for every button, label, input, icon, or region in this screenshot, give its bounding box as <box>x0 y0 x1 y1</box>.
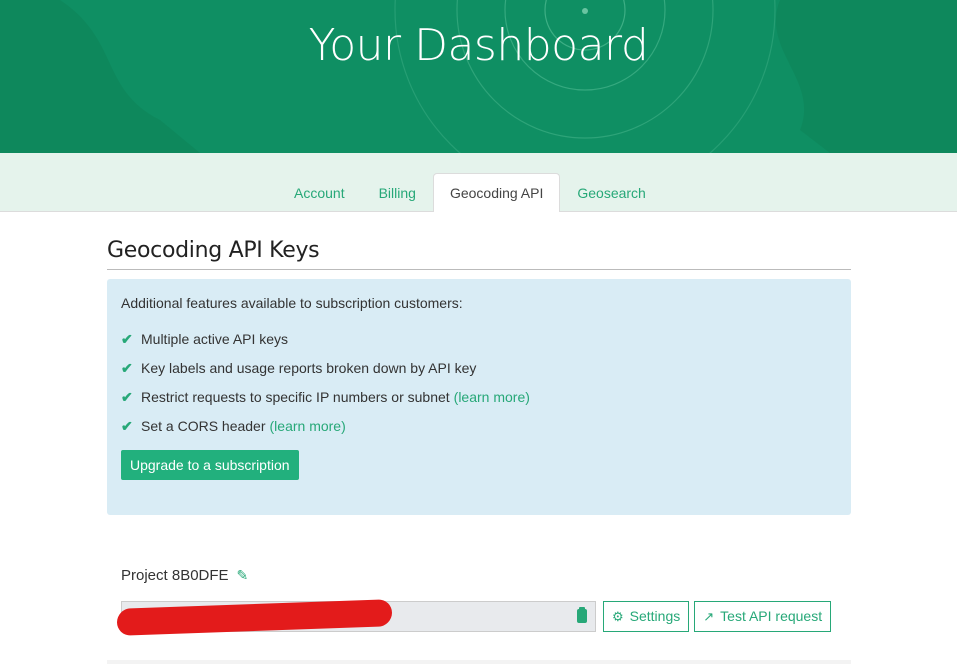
feature-text: Multiple active API keys <box>141 331 289 347</box>
gear-icon: ⚙ <box>612 609 624 624</box>
test-api-label: Test API request <box>720 608 823 624</box>
check-icon: ✔ <box>121 389 133 405</box>
tab-geosearch[interactable]: Geosearch <box>560 173 662 212</box>
api-key-field[interactable] <box>117 599 596 636</box>
test-api-request-button[interactable]: ↗ Test API request <box>694 601 832 632</box>
feature-item: ✔ Restrict requests to specific IP numbe… <box>121 389 837 418</box>
external-link-icon: ↗ <box>703 609 715 624</box>
subscription-info-box: Additional features available to subscri… <box>107 279 851 515</box>
feature-text: Restrict requests to specific IP numbers… <box>141 389 450 405</box>
redaction-mark <box>117 599 392 636</box>
tab-bar: Account Billing Geocoding API Geosearch <box>0 153 957 212</box>
settings-label: Settings <box>629 608 681 624</box>
main-content: Geocoding API Keys Additional features a… <box>107 238 851 515</box>
api-key-row: ⚙ Settings ↗ Test API request <box>117 599 832 636</box>
tab-billing[interactable]: Billing <box>362 173 433 212</box>
check-icon: ✔ <box>121 331 133 347</box>
info-intro: Additional features available to subscri… <box>121 295 463 311</box>
header-banner: Your Dashboard <box>0 0 957 153</box>
feature-item: ✔ Multiple active API keys <box>121 331 837 360</box>
tab-geocoding-api[interactable]: Geocoding API <box>432 173 561 212</box>
feature-text: Set a CORS header <box>141 418 266 434</box>
check-icon: ✔ <box>121 418 133 434</box>
section-title: Geocoding API Keys <box>107 238 851 270</box>
project-name: Project 8B0DFE ✎ <box>121 567 248 584</box>
clipboard-icon[interactable] <box>577 607 587 623</box>
feature-text: Key labels and usage reports broken down… <box>141 360 477 376</box>
settings-button[interactable]: ⚙ Settings <box>603 601 690 632</box>
next-section-edge <box>107 660 851 664</box>
learn-more-link[interactable]: (learn more) <box>270 418 346 434</box>
tab-account[interactable]: Account <box>277 173 362 212</box>
check-icon: ✔ <box>121 360 133 376</box>
page-header-title: Your Dashboard <box>308 20 649 71</box>
learn-more-link[interactable]: (learn more) <box>454 389 530 405</box>
project-label: Project 8B0DFE <box>121 567 229 584</box>
upgrade-button[interactable]: Upgrade to a subscription <box>121 450 299 480</box>
feature-item: ✔ Key labels and usage reports broken do… <box>121 360 837 389</box>
pencil-icon[interactable]: ✎ <box>237 567 249 583</box>
feature-item: ✔ Set a CORS header (learn more) <box>121 418 837 447</box>
